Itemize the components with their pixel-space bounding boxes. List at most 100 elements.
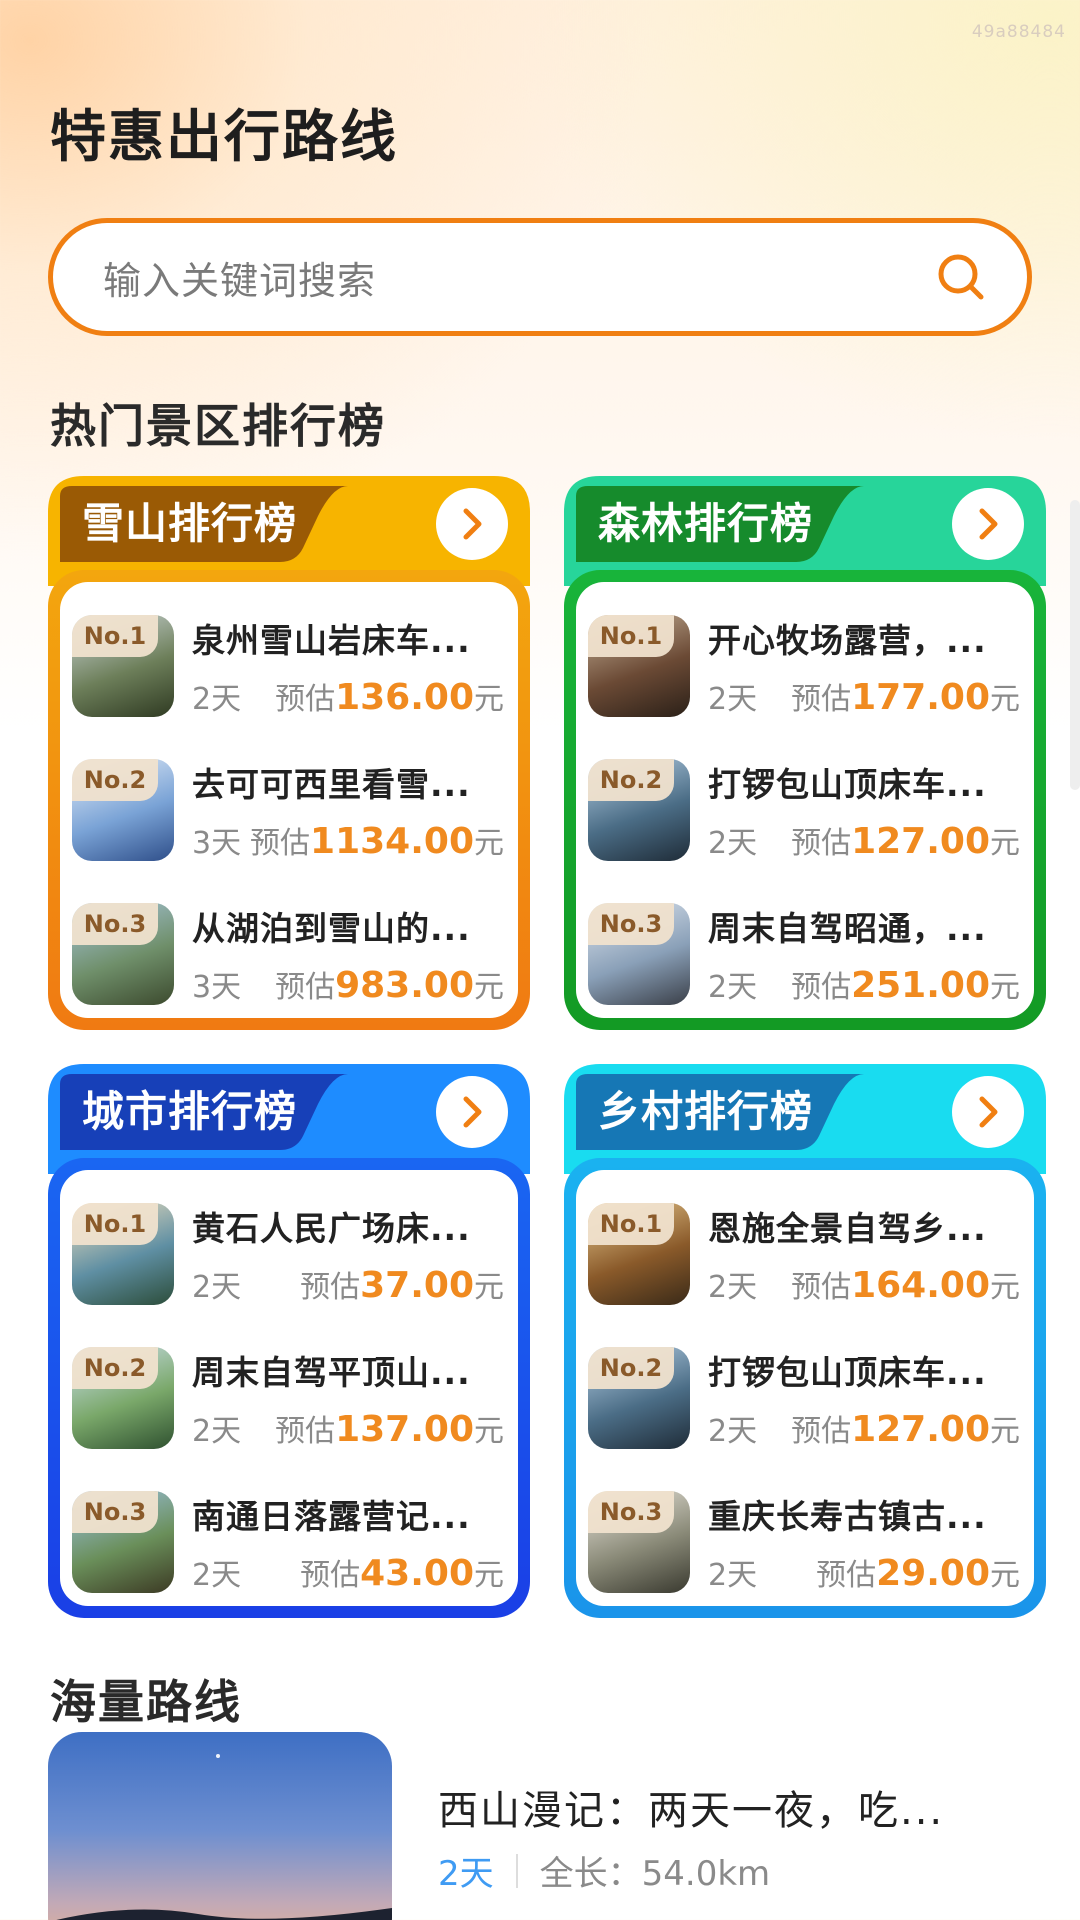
item-days: 2天: [192, 1558, 242, 1593]
rank-badge: No.1: [588, 615, 674, 657]
ranking-item[interactable]: No.3 南通日落露营记... 2天 预估 43.00 元: [72, 1470, 504, 1614]
search-input[interactable]: 输入关键词搜索: [103, 250, 933, 305]
ranking-card-frame: No.1 黄石人民广场床... 2天 预估 37.00 元 No.2 周末自驾平…: [48, 1158, 530, 1618]
destination-thumbnail[interactable]: No.1: [72, 615, 174, 717]
item-days: 3天: [192, 826, 242, 861]
ranking-list: No.1 黄石人民广场床... 2天 预估 37.00 元 No.2 周末自驾平…: [60, 1170, 518, 1606]
price-prefix: 预估: [275, 682, 336, 717]
item-title[interactable]: 周末自驾昭通，...: [708, 902, 1020, 950]
item-title[interactable]: 去可可西里看雪...: [192, 758, 504, 806]
item-title[interactable]: 南通日落露营记...: [192, 1490, 504, 1538]
destination-thumbnail[interactable]: No.1: [72, 1203, 174, 1305]
scrollbar[interactable]: [1070, 500, 1080, 790]
item-price: 136.00: [335, 677, 474, 718]
item-price: 1134.00: [310, 821, 474, 862]
destination-thumbnail[interactable]: No.2: [72, 1347, 174, 1449]
destination-thumbnail[interactable]: No.1: [588, 615, 690, 717]
rank-badge: No.2: [588, 1347, 674, 1389]
item-days: 2天: [192, 1414, 242, 1449]
ranking-card-title[interactable]: 雪山排行榜: [82, 490, 297, 551]
destination-thumbnail[interactable]: No.2: [588, 759, 690, 861]
chevron-right-icon[interactable]: [952, 1076, 1024, 1148]
hot-section-title: 热门景区排行榜: [50, 399, 386, 453]
item-price: 127.00: [851, 821, 990, 862]
price-unit: 元: [990, 826, 1020, 861]
ranking-item[interactable]: No.2 打锣包山顶床车... 2天 预估 127.00 元: [588, 1326, 1020, 1470]
ranking-card-frame: No.1 开心牧场露营，... 2天 预估 177.00 元 No.2 打锣包山…: [564, 570, 1046, 1030]
price-prefix: 预估: [300, 1270, 361, 1305]
ranking-item[interactable]: No.1 恩施全景自驾乡... 2天 预估 164.00 元: [588, 1182, 1020, 1326]
item-title[interactable]: 打锣包山顶床车...: [708, 1346, 1020, 1394]
ranking-item[interactable]: No.1 开心牧场露营，... 2天 预估 177.00 元: [588, 594, 1020, 738]
item-title[interactable]: 从湖泊到雪山的...: [192, 902, 504, 950]
destination-thumbnail[interactable]: No.3: [588, 903, 690, 1005]
item-title[interactable]: 开心牧场露营，...: [708, 614, 1020, 662]
ranking-item[interactable]: No.3 周末自驾昭通，... 2天 预估 251.00 元: [588, 882, 1020, 1026]
ranking-card-forest[interactable]: 森林排行榜 No.1 开心牧场露营，... 2天 预估 177.00 元 No.…: [564, 476, 1046, 1030]
rank-badge: No.2: [72, 759, 158, 801]
rank-badge: No.1: [588, 1203, 674, 1245]
price-prefix: 预估: [791, 682, 852, 717]
ranking-item[interactable]: No.2 周末自驾平顶山... 2天 预估 137.00 元: [72, 1326, 504, 1470]
destination-thumbnail[interactable]: No.2: [72, 759, 174, 861]
destination-thumbnail[interactable]: No.3: [72, 903, 174, 1005]
chevron-right-icon[interactable]: [952, 488, 1024, 560]
item-title[interactable]: 打锣包山顶床车...: [708, 758, 1020, 806]
ranking-item[interactable]: No.2 打锣包山顶床车... 2天 预估 127.00 元: [588, 738, 1020, 882]
route-title[interactable]: 西山漫记：两天一夜，吃...: [438, 1778, 944, 1836]
watermark: 49a88484: [971, 22, 1066, 42]
ranking-card-title[interactable]: 森林排行榜: [598, 490, 813, 551]
routes-section-title: 海量路线: [50, 1675, 242, 1729]
ranking-card-countryside[interactable]: 乡村排行榜 No.1 恩施全景自驾乡... 2天 预估 164.00 元 No.…: [564, 1064, 1046, 1618]
price-unit: 元: [990, 1414, 1020, 1449]
item-price: 37.00: [360, 1265, 474, 1306]
price-unit: 元: [474, 970, 504, 1005]
item-days: 2天: [708, 682, 758, 717]
destination-thumbnail[interactable]: No.1: [588, 1203, 690, 1305]
price-unit: 元: [474, 826, 504, 861]
destination-thumbnail[interactable]: No.2: [588, 1347, 690, 1449]
search-icon[interactable]: [933, 249, 989, 305]
rank-badge: No.3: [72, 1491, 158, 1533]
ranking-card-frame: No.1 泉州雪山岩床车... 2天 预估 136.00 元 No.2 去可可西…: [48, 570, 530, 1030]
item-price: 137.00: [335, 1409, 474, 1450]
rank-badge: No.2: [588, 759, 674, 801]
item-days: 2天: [708, 1414, 758, 1449]
item-days: 2天: [192, 682, 242, 717]
route-image[interactable]: [48, 1732, 392, 1920]
item-title[interactable]: 周末自驾平顶山...: [192, 1346, 504, 1394]
destination-thumbnail[interactable]: No.3: [588, 1491, 690, 1593]
page-title: 特惠出行路线: [50, 105, 398, 170]
item-title[interactable]: 恩施全景自驾乡...: [708, 1202, 1020, 1250]
item-days: 3天: [192, 970, 242, 1005]
ranking-card-title[interactable]: 城市排行榜: [82, 1078, 297, 1139]
item-title[interactable]: 泉州雪山岩床车...: [192, 614, 504, 662]
ranking-item[interactable]: No.3 重庆长寿古镇古... 2天 预估 29.00 元: [588, 1470, 1020, 1614]
chevron-right-icon[interactable]: [436, 1076, 508, 1148]
ranking-list: No.1 开心牧场露营，... 2天 预估 177.00 元 No.2 打锣包山…: [576, 582, 1034, 1018]
rank-badge: No.3: [72, 903, 158, 945]
ranking-item[interactable]: No.3 从湖泊到雪山的... 3天 预估 983.00 元: [72, 882, 504, 1026]
item-price: 983.00: [335, 965, 474, 1006]
ranking-card-city[interactable]: 城市排行榜 No.1 黄石人民广场床... 2天 预估 37.00 元 No.2…: [48, 1064, 530, 1618]
item-price: 177.00: [851, 677, 990, 718]
search-bar[interactable]: 输入关键词搜索: [48, 218, 1032, 336]
price-prefix: 预估: [791, 826, 852, 861]
ranking-item[interactable]: No.1 黄石人民广场床... 2天 预估 37.00 元: [72, 1182, 504, 1326]
chevron-right-icon[interactable]: [436, 488, 508, 560]
ranking-card-title[interactable]: 乡村排行榜: [598, 1078, 813, 1139]
item-price: 127.00: [851, 1409, 990, 1450]
route-meta: 2天 全长：54.0km: [438, 1846, 770, 1895]
item-title[interactable]: 重庆长寿古镇古...: [708, 1490, 1020, 1538]
item-price: 43.00: [360, 1553, 474, 1594]
price-unit: 元: [990, 1558, 1020, 1593]
ranking-item[interactable]: No.2 去可可西里看雪... 3天 预估 1134.00 元: [72, 738, 504, 882]
item-title[interactable]: 黄石人民广场床...: [192, 1202, 504, 1250]
item-price: 251.00: [851, 965, 990, 1006]
ranking-card-snow-mountain[interactable]: 雪山排行榜 No.1 泉州雪山岩床车... 2天 预估 136.00 元 No.…: [48, 476, 530, 1030]
destination-thumbnail[interactable]: No.3: [72, 1491, 174, 1593]
route-days: 2天: [438, 1854, 494, 1894]
price-prefix: 预估: [300, 1558, 361, 1593]
route-card[interactable]: 西山漫记：两天一夜，吃... 2天 全长：54.0km: [48, 1732, 1032, 1920]
ranking-item[interactable]: No.1 泉州雪山岩床车... 2天 预估 136.00 元: [72, 594, 504, 738]
